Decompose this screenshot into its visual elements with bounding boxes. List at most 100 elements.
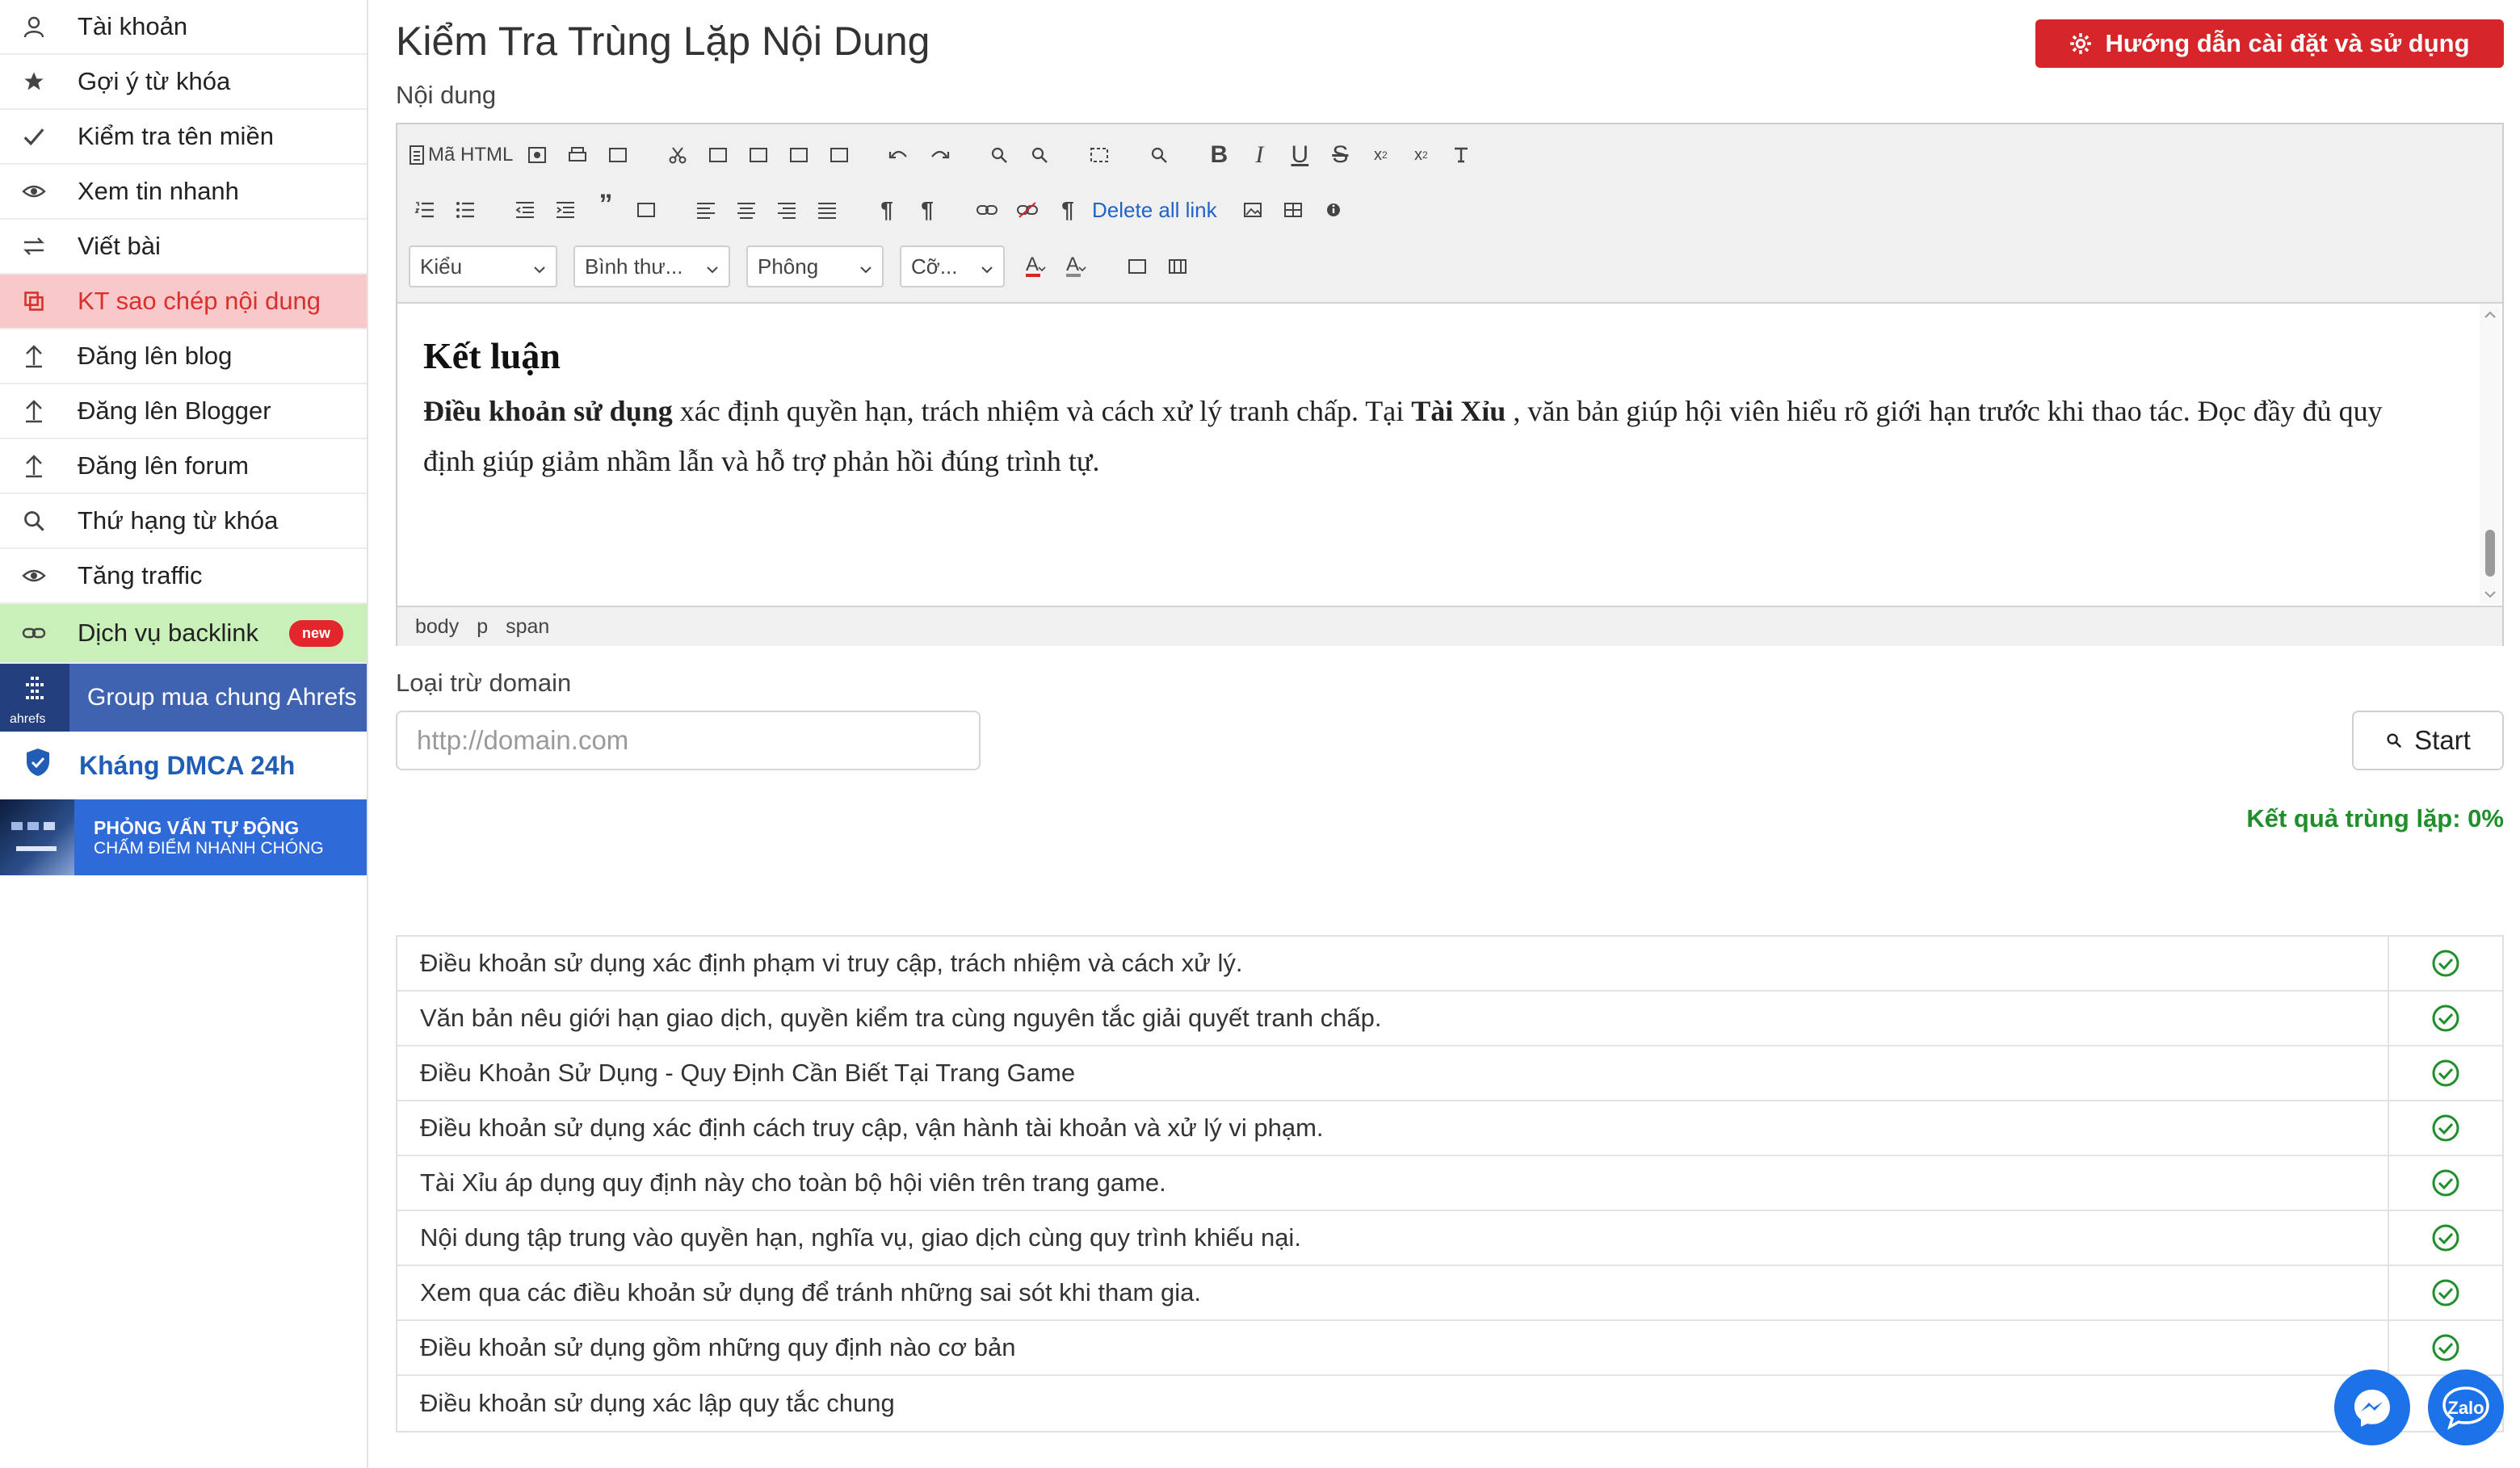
italic-icon[interactable]: I <box>1243 137 1275 173</box>
chevron-down-icon <box>533 254 546 279</box>
subscript-icon[interactable]: x2 <box>1364 137 1396 173</box>
font-select[interactable]: Phông <box>746 245 884 287</box>
image-icon[interactable] <box>1237 192 1269 228</box>
zalo-button[interactable]: Zalo <box>2428 1369 2504 1445</box>
template-icon[interactable] <box>602 137 634 173</box>
remove-format-icon[interactable] <box>1445 137 1477 173</box>
sidebar-item-account[interactable]: Tài khoản <box>0 0 367 55</box>
select-all-icon[interactable] <box>1083 137 1115 173</box>
format-select[interactable]: Bình thư... <box>573 245 730 287</box>
sidebar-item-traffic[interactable]: Tăng traffic <box>0 549 367 604</box>
table-icon[interactable] <box>1277 192 1309 228</box>
table-row: Điều khoản sử dụng xác định cách truy cậ… <box>397 1101 2502 1156</box>
print-icon[interactable] <box>561 137 594 173</box>
ltr-icon[interactable]: ¶ <box>871 192 903 228</box>
bulleted-list-icon[interactable] <box>449 192 481 228</box>
table-row: Tài Xỉu áp dụng quy định này cho toàn bộ… <box>397 1156 2502 1211</box>
cut-icon[interactable] <box>662 137 694 173</box>
editor-content-area[interactable]: Kết luận Điều khoản sử dụng xác định quy… <box>397 304 2502 604</box>
sidebar-item-post-blogger[interactable]: Đăng lên Blogger <box>0 384 367 439</box>
redo-icon[interactable] <box>923 137 956 173</box>
zalo-label: Zalo <box>2447 1398 2484 1418</box>
paste-word-icon[interactable] <box>823 137 855 173</box>
editor-scrollbar[interactable] <box>2480 304 2501 604</box>
numbered-list-icon[interactable] <box>409 192 441 228</box>
spellcheck-icon[interactable] <box>1143 137 1175 173</box>
interview-banner-image <box>0 799 74 875</box>
sidebar-item-quick-news[interactable]: Xem tin nhanh <box>0 165 367 220</box>
sidebar-item-post-forum[interactable]: Đăng lên forum <box>0 439 367 494</box>
align-left-icon[interactable] <box>690 192 722 228</box>
exclude-domain-label: Loại trừ domain <box>396 669 572 697</box>
rich-text-editor: Mã HTML B I U S x 2 x 2 ” ¶ ¶ ¶ Delete a… <box>396 123 2504 646</box>
check-circle-icon <box>2389 1321 2502 1374</box>
messenger-button[interactable] <box>2334 1369 2410 1445</box>
paste-icon[interactable] <box>742 137 775 173</box>
underline-icon[interactable]: U <box>1283 137 1316 173</box>
copy-icon[interactable] <box>702 137 734 173</box>
sidebar-ahrefs-banner[interactable]: ahrefs Group mua chung Ahrefs <box>0 664 367 732</box>
eye-icon <box>18 183 50 199</box>
unlink-icon[interactable] <box>1011 192 1044 228</box>
blockquote-icon[interactable]: ” <box>590 187 622 222</box>
sidebar-interview-banner[interactable]: PHỎNG VẤN TỰ ĐỘNG CHẤM ĐIỂM NHANH CHÓNG <box>0 799 367 875</box>
html-source-button[interactable]: Mã HTML <box>409 137 513 173</box>
div-icon[interactable] <box>630 192 662 228</box>
undo-icon[interactable] <box>883 137 915 173</box>
editor-toolbar: Mã HTML B I U S x 2 x 2 ” ¶ ¶ ¶ Delete a… <box>397 124 2502 304</box>
style-select[interactable]: Kiểu <box>409 245 557 287</box>
anchor-icon[interactable]: ¶ <box>1052 192 1084 228</box>
size-select[interactable]: Cỡ... <box>900 245 1005 287</box>
table-row: Xem qua các điều khoản sử dụng để tránh … <box>397 1266 2502 1321</box>
preview-icon[interactable] <box>521 137 553 173</box>
text-color-icon[interactable]: A <box>1021 249 1053 284</box>
sidebar-item-copy-check[interactable]: KT sao chép nội dung <box>0 275 367 329</box>
upload-icon <box>18 344 50 368</box>
path-p[interactable]: p <box>477 615 488 639</box>
table-row: Điều khoản sử dụng xác lập quy tắc chung <box>397 1376 2502 1431</box>
delete-all-link-button[interactable]: Delete all link <box>1092 198 1217 223</box>
strikethrough-icon[interactable]: S <box>1324 137 1356 173</box>
sidebar-item-label: KT sao chép nội dung <box>78 287 321 315</box>
start-button-label: Start <box>2414 725 2471 755</box>
show-blocks-icon[interactable] <box>1161 249 1194 284</box>
sidebar-item-domain-check[interactable]: Kiểm tra tên miền <box>0 110 367 165</box>
replace-icon[interactable] <box>1023 137 1056 173</box>
align-right-icon[interactable] <box>771 192 803 228</box>
paste-text-icon[interactable] <box>783 137 815 173</box>
path-body[interactable]: body <box>415 615 459 639</box>
sidebar-item-backlink[interactable]: Dịch vụ backlink new <box>0 604 367 664</box>
about-icon[interactable] <box>1317 192 1350 228</box>
sidebar-item-post-blog[interactable]: Đăng lên blog <box>0 329 367 384</box>
maximize-icon[interactable] <box>1121 249 1153 284</box>
outdent-icon[interactable] <box>509 192 541 228</box>
result-sentence: Tài Xỉu áp dụng quy định này cho toàn bộ… <box>397 1156 2389 1210</box>
interview-banner-line2: CHẤM ĐIỂM NHANH CHÓNG <box>94 838 324 858</box>
check-circle-icon <box>2389 1266 2502 1319</box>
check-circle-icon <box>2389 1211 2502 1265</box>
superscript-icon[interactable]: x2 <box>1405 137 1437 173</box>
rtl-icon[interactable]: ¶ <box>911 192 943 228</box>
background-color-icon[interactable]: A <box>1061 249 1094 284</box>
eye-icon <box>18 568 50 584</box>
sidebar-dmca[interactable]: Kháng DMCA 24h <box>0 732 367 799</box>
sidebar-item-keyword-rank[interactable]: Thứ hạng từ khóa <box>0 494 367 549</box>
result-sentence: Văn bản nêu giới hạn giao dịch, quyền ki… <box>397 992 2389 1045</box>
start-button[interactable]: Start <box>2352 711 2504 770</box>
scrollbar-thumb[interactable] <box>2485 530 2495 577</box>
align-justify-icon[interactable] <box>811 192 843 228</box>
help-button[interactable]: Hướng dẫn cài đặt và sử dụng <box>2035 19 2504 68</box>
path-span[interactable]: span <box>506 615 549 639</box>
sidebar-item-write-post[interactable]: Viết bài <box>0 220 367 275</box>
results-table: Điều khoản sử dụng xác định phạm vi truy… <box>396 935 2504 1432</box>
check-circle-icon <box>2389 1046 2502 1100</box>
bold-icon[interactable]: B <box>1203 137 1235 173</box>
new-badge: new <box>288 619 343 647</box>
align-center-icon[interactable] <box>730 192 762 228</box>
exclude-domain-input[interactable] <box>396 711 981 770</box>
link-icon[interactable] <box>971 192 1003 228</box>
sidebar-item-keyword-suggest[interactable]: Gợi ý từ khóa <box>0 55 367 110</box>
indent-icon[interactable] <box>549 192 582 228</box>
chevron-down-icon <box>706 254 719 279</box>
find-icon[interactable] <box>983 137 1015 173</box>
